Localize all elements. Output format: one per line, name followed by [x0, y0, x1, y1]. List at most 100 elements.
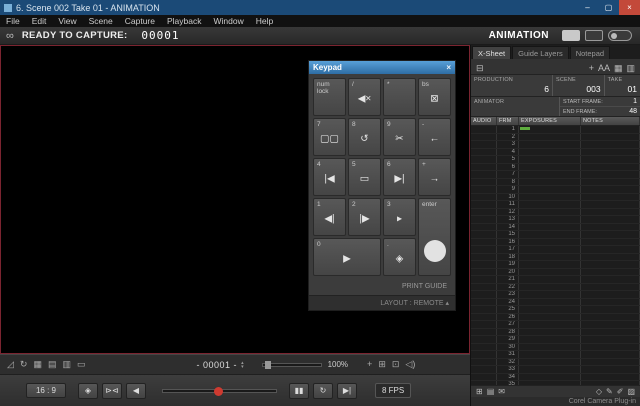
key-5[interactable]: 5▭	[348, 158, 381, 196]
slash-key[interactable]: /◀×	[348, 78, 381, 116]
asterisk-key[interactable]: *	[383, 78, 416, 116]
key-3[interactable]: 3▸	[383, 198, 416, 236]
dot-key[interactable]: .◈	[383, 238, 416, 276]
xsheet-row[interactable]: 5	[471, 156, 640, 164]
dual-view-switch[interactable]	[608, 30, 632, 41]
letterbox-icon[interactable]: ▭	[77, 360, 86, 369]
xsheet-row[interactable]: 11	[471, 201, 640, 209]
xsheet-row[interactable]: 26	[471, 314, 640, 322]
key-0[interactable]: 0▶	[313, 238, 381, 276]
xsheet-row[interactable]: 28	[471, 329, 640, 337]
xsheet-row[interactable]: 10	[471, 194, 640, 202]
print-icon[interactable]: ⊟	[476, 63, 484, 73]
pencil-icon[interactable]: ✎	[606, 388, 613, 396]
key-9[interactable]: 9✂	[383, 118, 416, 156]
key-6[interactable]: 6▶|	[383, 158, 416, 196]
xsheet-row[interactable]: 6	[471, 164, 640, 172]
menu-scene[interactable]: Scene	[83, 15, 119, 27]
xsheet-row[interactable]: 23	[471, 291, 640, 299]
xsheet-row[interactable]: 22	[471, 284, 640, 292]
xsheet-row[interactable]: 13	[471, 216, 640, 224]
tab-guide-layers[interactable]: Guide Layers	[512, 46, 569, 59]
xsheet-row[interactable]: 27	[471, 321, 640, 329]
minus-key[interactable]: -←	[418, 118, 451, 156]
xsheet-row[interactable]: 8	[471, 179, 640, 187]
menu-edit[interactable]: Edit	[26, 15, 53, 27]
print-guide-link[interactable]: PRINT GUIDE	[309, 280, 455, 295]
playhead-handle[interactable]	[214, 387, 223, 396]
keypad-layout-selector[interactable]: LAYOUT : REMOTE ▴	[309, 295, 455, 310]
backspace-key[interactable]: bs⊠	[418, 78, 451, 116]
xsheet-row[interactable]: 3	[471, 141, 640, 149]
xsheet-row[interactable]: 31	[471, 351, 640, 359]
add-row-icon[interactable]: +	[589, 63, 594, 73]
xsheet-row[interactable]: 14	[471, 224, 640, 232]
step-forward-button[interactable]: ▶|	[337, 383, 357, 399]
keypad-toggle-button[interactable]: ◈	[78, 383, 98, 399]
mail-icon[interactable]: ✉	[498, 388, 505, 396]
keypad-close-icon[interactable]: ×	[446, 63, 451, 72]
xsheet-row[interactable]: 2	[471, 134, 640, 142]
font-size-icon[interactable]: AA	[598, 63, 610, 73]
xsheet-row[interactable]: 9	[471, 186, 640, 194]
pen-icon[interactable]: ✐	[617, 388, 624, 396]
record-button[interactable]	[424, 240, 446, 262]
zoom-handle[interactable]	[265, 361, 271, 369]
live-view-toggle-button[interactable]	[562, 30, 580, 41]
numlock-key[interactable]: num lock	[313, 78, 346, 116]
mask-overlay-icon[interactable]: ▤	[48, 360, 57, 369]
maximize-button[interactable]: ▢	[598, 0, 619, 15]
eraser-icon[interactable]: ▨	[627, 388, 635, 396]
menu-capture[interactable]: Capture	[119, 15, 161, 27]
stop-button[interactable]: ▮▮	[289, 383, 309, 399]
onion-skin-icon[interactable]: ⊡	[392, 360, 400, 369]
enter-key[interactable]: enter	[418, 198, 451, 276]
key-8[interactable]: 8↺	[348, 118, 381, 156]
menu-file[interactable]: File	[0, 15, 26, 27]
zoom-slider[interactable]	[262, 363, 322, 367]
safe-area-icon[interactable]: ▥	[63, 360, 72, 369]
xsheet-row[interactable]: 4	[471, 149, 640, 157]
frame-stepper[interactable]: ▴ ▾	[241, 361, 244, 369]
camera-viewport[interactable]: Keypad × num lock/◀×*bs⊠7▢▢8↺9✂-←4|◀5▭6▶…	[0, 45, 470, 354]
speaker-icon[interactable]: ◁)	[405, 360, 415, 369]
xsheet-row[interactable]: 25	[471, 306, 640, 314]
key-7[interactable]: 7▢▢	[313, 118, 346, 156]
minimize-button[interactable]: –	[577, 0, 598, 15]
loop-button[interactable]: ↻	[313, 383, 333, 399]
xsheet-row[interactable]: 17	[471, 246, 640, 254]
xsheet-row[interactable]: 24	[471, 299, 640, 307]
xsheet-row[interactable]: 18	[471, 254, 640, 262]
menu-view[interactable]: View	[52, 15, 82, 27]
key-2[interactable]: 2|▶	[348, 198, 381, 236]
xsheet-row[interactable]: 7	[471, 171, 640, 179]
capture-grid-icon[interactable]: ⊞	[476, 388, 483, 396]
live-toggle-button[interactable]: ⊳⊲	[102, 383, 122, 399]
pan-tool-icon[interactable]: +	[367, 360, 372, 369]
xsheet-row[interactable]: 12	[471, 209, 640, 217]
column-view-icon[interactable]: ▥	[626, 63, 635, 73]
grid-view-icon[interactable]: ▦	[614, 63, 623, 73]
step-back-button[interactable]: ◀	[126, 383, 146, 399]
xsheet-row[interactable]: 34	[471, 374, 640, 382]
xsheet-row[interactable]: 19	[471, 261, 640, 269]
audio-waveform-icon[interactable]: ◿	[7, 360, 14, 369]
grid-overlay-icon[interactable]: ▦	[33, 360, 42, 369]
xsheet-row[interactable]: 1	[471, 126, 640, 134]
xsheet-row[interactable]: 21	[471, 276, 640, 284]
rows-view-icon[interactable]: ▤	[487, 388, 495, 396]
fps-button[interactable]: 8 FPS	[375, 383, 411, 398]
marker-icon[interactable]: ◇	[596, 388, 602, 396]
rotate-view-icon[interactable]: ↻	[20, 360, 28, 369]
menu-help[interactable]: Help	[250, 15, 279, 27]
key-4[interactable]: 4|◀	[313, 158, 346, 196]
close-button[interactable]: ×	[619, 0, 640, 15]
xsheet-row[interactable]: 30	[471, 344, 640, 352]
xsheet-row[interactable]: 20	[471, 269, 640, 277]
xsheet-row[interactable]: 32	[471, 359, 640, 367]
xsheet-row[interactable]: 16	[471, 239, 640, 247]
stepper-down-icon[interactable]: ▾	[241, 365, 244, 369]
key-1[interactable]: 1◀|	[313, 198, 346, 236]
xsheet-row[interactable]: 33	[471, 366, 640, 374]
plus-key[interactable]: +→	[418, 158, 451, 196]
